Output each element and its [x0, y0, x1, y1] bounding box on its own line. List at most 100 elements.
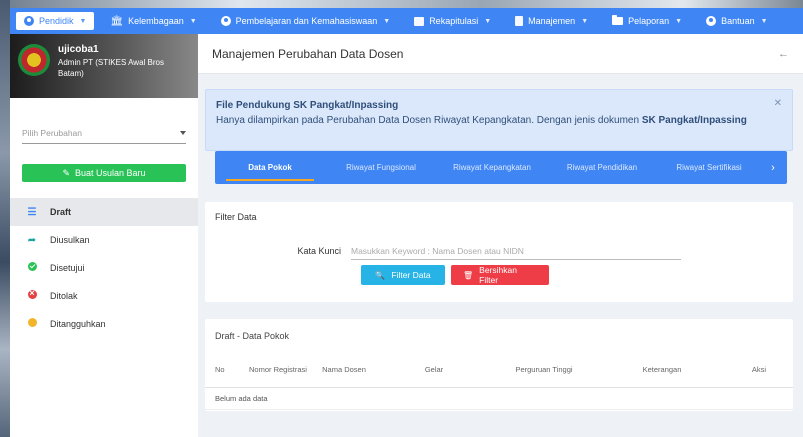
- list-icon: ☰: [27, 206, 37, 218]
- institution-icon: 🏛: [110, 15, 124, 27]
- keyword-input[interactable]: [351, 242, 681, 260]
- profile-name: ujicoba1: [58, 44, 99, 55]
- tab-riwayat-fungsional[interactable]: Riwayat Fungsional: [325, 151, 437, 184]
- sidebar: ujicoba1 Admin PT (STIKES Awal Bros Bata…: [10, 34, 198, 437]
- folder-icon: [612, 15, 624, 25]
- column-header-keterangan: Keterangan: [599, 353, 725, 388]
- clear-filter-label: Bersihkan Filter: [479, 265, 517, 285]
- nav-label: Manajemen: [528, 16, 576, 26]
- institution-logo: [18, 44, 50, 76]
- alert-title: File Pendukung SK Pangkat/Inpassing: [216, 100, 399, 111]
- chevron-down-icon: ▼: [383, 17, 391, 25]
- page-title: Manajemen Perubahan Data Dosen: [212, 46, 404, 61]
- search-icon: 🔍: [375, 270, 386, 280]
- x-circle-icon: [24, 288, 40, 302]
- profile-text: ujicoba1 Admin PT (STIKES Awal Bros Bata…: [58, 44, 168, 79]
- data-tabs: Data Pokok Riwayat Fungsional Riwayat Ke…: [215, 151, 787, 184]
- sidebar-item-ditangguhkan[interactable]: Ditangguhkan: [10, 310, 198, 338]
- change-type-select[interactable]: Pilih Perubahan: [22, 122, 186, 144]
- tab-riwayat-kepangkatan[interactable]: Riwayat Kepangkatan: [437, 151, 547, 184]
- nav-item-pembelajaran[interactable]: Pembelajaran dan Kemahasiswaan ▼: [213, 12, 399, 30]
- status-menu: ☰ Draft ➦ Diusulkan Disetujui Ditolak Di…: [10, 198, 198, 338]
- chevron-down-icon: ▼: [760, 17, 768, 25]
- chevron-down-icon: ▼: [79, 17, 87, 25]
- alert-body-text: Hanya dilampirkan pada Perubahan Data Do…: [216, 115, 642, 126]
- chevron-down-icon: ▼: [675, 17, 683, 25]
- document-icon: [515, 16, 524, 26]
- chevron-right-icon[interactable]: ›: [761, 162, 785, 174]
- nav-item-kelembagaan[interactable]: 🏛 Kelembagaan ▼: [102, 12, 204, 30]
- tab-riwayat-pendidikan[interactable]: Riwayat Pendidikan: [547, 151, 657, 184]
- send-icon: ➦: [27, 234, 37, 246]
- nav-label: Kelembagaan: [128, 16, 184, 26]
- select-placeholder: Pilih Perubahan: [22, 127, 83, 138]
- main-content: Manajemen Perubahan Data Dosen ← File Pe…: [198, 34, 803, 437]
- alert-body: Hanya dilampirkan pada Perubahan Data Do…: [216, 115, 782, 126]
- filter-button[interactable]: 🔍 Filter Data: [361, 265, 445, 285]
- column-header-perguruan-tinggi: Perguruan Tinggi: [489, 353, 599, 388]
- info-alert: File Pendukung SK Pangkat/Inpassing Hany…: [205, 89, 793, 151]
- sidebar-item-label: Diusulkan: [50, 235, 90, 245]
- draft-table: No Nomor Registrasi Nama Dosen Gelar Per…: [205, 353, 793, 410]
- column-header-nama-dosen: Nama Dosen: [309, 353, 379, 388]
- new-proposal-button[interactable]: ✎ Buat Usulan Baru: [22, 164, 186, 182]
- page-header: Manajemen Perubahan Data Dosen ←: [198, 34, 803, 74]
- sidebar-item-diusulkan[interactable]: ➦ Diusulkan: [10, 226, 198, 254]
- window-frame-top: [0, 0, 803, 8]
- table-row: Belum ada data: [205, 387, 793, 410]
- nav-label: Pembelajaran dan Kemahasiswaan: [235, 16, 378, 26]
- profile-card: ujicoba1 Admin PT (STIKES Awal Bros Bata…: [10, 34, 198, 98]
- user-circle-icon: [220, 16, 231, 26]
- window-frame-left: [0, 0, 10, 437]
- sidebar-item-draft[interactable]: ☰ Draft: [10, 198, 198, 226]
- trash-icon: 🗑: [463, 270, 474, 280]
- sidebar-item-label: Ditangguhkan: [50, 319, 106, 329]
- tab-data-pokok[interactable]: Data Pokok: [215, 151, 325, 184]
- tab-riwayat-sertifikasi[interactable]: Riwayat Sertifikasi: [657, 151, 761, 184]
- table-title: Draft - Data Pokok: [215, 331, 290, 341]
- draft-table-card: Draft - Data Pokok No Nomor Registrasi N…: [205, 319, 793, 411]
- profile-role: Admin PT (STIKES Awal Bros Batam): [58, 58, 164, 78]
- column-header-nomor-registrasi: Nomor Registrasi: [239, 353, 309, 388]
- nav-item-pelaporan[interactable]: Pelaporan ▼: [604, 12, 690, 30]
- nav-label: Pelaporan: [628, 16, 670, 26]
- chevron-down-icon: ▼: [581, 17, 589, 25]
- column-header-no: No: [205, 353, 239, 388]
- nav-label: Rekapitulasi: [429, 16, 479, 26]
- clear-filter-button[interactable]: 🗑 Bersihkan Filter: [451, 265, 549, 285]
- table-header-row: No Nomor Registrasi Nama Dosen Gelar Per…: [205, 353, 793, 388]
- sidebar-item-disetujui[interactable]: Disetujui: [10, 254, 198, 282]
- nav-item-pendidik[interactable]: Pendidik ▼: [16, 12, 95, 30]
- user-circle-icon: [706, 16, 717, 26]
- sidebar-item-label: Draft: [50, 207, 72, 217]
- sidebar-item-label: Ditolak: [50, 291, 78, 301]
- filter-card: Filter Data Kata Kunci 🔍 Filter Data 🗑 B…: [205, 202, 793, 302]
- column-header-aksi: Aksi: [725, 353, 793, 388]
- sidebar-item-label: Disetujui: [50, 263, 85, 273]
- back-arrow-icon[interactable]: ←: [778, 48, 789, 60]
- check-circle-icon: [24, 262, 40, 274]
- nav-item-manajemen[interactable]: Manajemen ▼: [507, 12, 596, 30]
- pencil-icon: ✎: [62, 167, 70, 178]
- nav-item-bantuan[interactable]: Bantuan ▼: [698, 12, 775, 30]
- pause-circle-icon: [24, 318, 40, 330]
- nav-item-rekapitulasi[interactable]: Rekapitulasi ▼: [406, 12, 499, 30]
- close-icon[interactable]: ✕: [774, 98, 782, 109]
- chevron-down-icon: ▼: [189, 17, 197, 25]
- column-header-gelar: Gelar: [379, 353, 489, 388]
- alert-body-bold: SK Pangkat/Inpassing: [641, 115, 747, 126]
- keyword-label: Kata Kunci: [297, 246, 341, 256]
- top-navigation: Pendidik ▼ 🏛 Kelembagaan ▼ Pembelajaran …: [10, 8, 803, 34]
- filter-button-label: Filter Data: [391, 270, 431, 280]
- user-circle-icon: [24, 16, 34, 26]
- caret-down-icon: [180, 130, 186, 135]
- chevron-down-icon: ▼: [484, 17, 492, 25]
- filter-row: Kata Kunci: [205, 242, 793, 260]
- filter-title: Filter Data: [215, 212, 257, 222]
- sidebar-item-ditolak[interactable]: Ditolak: [10, 282, 198, 310]
- new-proposal-label: Buat Usulan Baru: [75, 168, 146, 178]
- chart-icon: [414, 16, 425, 26]
- filter-buttons: 🔍 Filter Data 🗑 Bersihkan Filter: [361, 265, 555, 285]
- empty-table-message: Belum ada data: [205, 387, 793, 410]
- nav-label: Bantuan: [721, 16, 755, 26]
